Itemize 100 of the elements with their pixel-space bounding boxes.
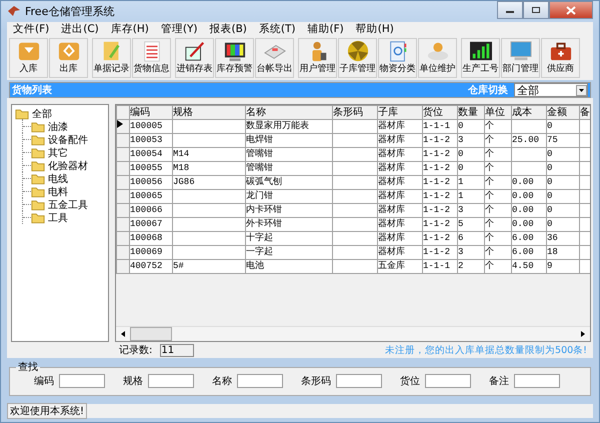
table-cell: 1-1-2 bbox=[422, 148, 458, 162]
table-cell: 0.00 bbox=[512, 204, 546, 218]
menu-item[interactable]: 帮助(H) bbox=[350, 22, 400, 36]
minimize-button[interactable] bbox=[497, 1, 523, 19]
column-header[interactable]: 条形码 bbox=[332, 106, 378, 120]
table-cell: 个 bbox=[484, 204, 512, 218]
table-cell: 1-1-2 bbox=[422, 218, 458, 232]
table-cell: 个 bbox=[484, 260, 512, 274]
table-cell: 0.00 bbox=[512, 190, 546, 204]
toolbar-button[interactable]: 子库管理 bbox=[338, 38, 377, 78]
disc-icon bbox=[346, 40, 370, 62]
table-cell: 外卡环钳 bbox=[246, 218, 332, 232]
table-cell: 100065 bbox=[130, 190, 172, 204]
toolbar-button[interactable]: 单据记录 bbox=[92, 38, 131, 78]
monitor-icon bbox=[222, 40, 246, 62]
toolbar-button[interactable]: 货物信息 bbox=[132, 38, 171, 78]
input-field[interactable] bbox=[148, 374, 194, 388]
toolbar-button[interactable]: 进销存表 bbox=[175, 38, 214, 78]
toolbar-button[interactable]: 台帐导出 bbox=[255, 38, 294, 78]
table-cell bbox=[332, 134, 378, 148]
tree-node[interactable]: 设备配件 bbox=[31, 133, 88, 146]
column-header[interactable]: 成本 bbox=[512, 106, 546, 120]
menu-item[interactable]: 进出(C) bbox=[55, 22, 105, 36]
column-header[interactable]: 规格 bbox=[172, 106, 246, 120]
tree-node[interactable]: 油漆 bbox=[31, 120, 68, 133]
table-cell bbox=[332, 232, 378, 246]
toolbar-button[interactable]: 供应商 bbox=[541, 38, 580, 78]
table-cell: 3 bbox=[458, 246, 484, 260]
menu-item[interactable]: 库存(H) bbox=[104, 22, 155, 36]
column-header[interactable]: 数量 bbox=[458, 106, 484, 120]
toolbar-button[interactable]: 库存预警 bbox=[215, 38, 254, 78]
table-cell: 400752 bbox=[130, 260, 172, 274]
table-cell: 器材库 bbox=[378, 162, 422, 176]
current-row-icon bbox=[117, 120, 123, 128]
column-header[interactable]: 备 bbox=[580, 106, 590, 120]
column-header[interactable]: 单位 bbox=[484, 106, 512, 120]
close-button[interactable] bbox=[549, 1, 593, 19]
table-cell bbox=[512, 148, 546, 162]
toolbar-button[interactable]: 出库 bbox=[49, 38, 88, 78]
input-field[interactable] bbox=[425, 374, 471, 388]
table-cell: 0 bbox=[546, 162, 580, 176]
table-cell: 0.00 bbox=[512, 176, 546, 190]
column-header[interactable]: 子库 bbox=[378, 106, 422, 120]
table-cell: 0 bbox=[546, 218, 580, 232]
row-indicator[interactable] bbox=[116, 120, 130, 134]
toolbar-button[interactable]: 部门管理 bbox=[501, 38, 540, 78]
column-header[interactable]: 金额 bbox=[546, 106, 580, 120]
table-cell: 1 bbox=[458, 190, 484, 204]
table-cell: 1-1-2 bbox=[422, 232, 458, 246]
table-cell: 1-1-2 bbox=[422, 246, 458, 260]
input-field[interactable] bbox=[59, 374, 105, 388]
table-cell: 3 bbox=[458, 134, 484, 148]
input-field[interactable] bbox=[514, 374, 560, 388]
input-field[interactable] bbox=[336, 374, 382, 388]
tree-node[interactable]: 工具 bbox=[31, 211, 68, 224]
table-cell: 个 bbox=[484, 148, 512, 162]
field-label: 规格 bbox=[123, 374, 143, 388]
table-cell: M18 bbox=[172, 162, 246, 176]
folder-icon bbox=[31, 160, 45, 172]
toolbar-button[interactable]: 单位维护 bbox=[418, 38, 457, 78]
table-cell: 数显家用万能表 bbox=[246, 120, 332, 134]
field-label: 条形码 bbox=[301, 375, 331, 388]
menu-item[interactable]: 辅助(F) bbox=[301, 22, 350, 36]
record-count-label: 记录数: bbox=[119, 344, 152, 357]
table-cell: 一字起 bbox=[246, 246, 332, 260]
scrollbar-thumb[interactable] bbox=[130, 327, 172, 341]
table-cell: 器材库 bbox=[378, 134, 422, 148]
table-cell: 器材库 bbox=[378, 148, 422, 162]
column-header[interactable]: 编码 bbox=[130, 106, 172, 120]
maximize-button[interactable] bbox=[523, 1, 549, 19]
tree-node[interactable]: 其它 bbox=[31, 146, 68, 159]
tree-node[interactable]: 电料 bbox=[31, 185, 68, 198]
tree-node[interactable]: 全部 bbox=[15, 107, 108, 120]
toolbar-button[interactable]: 用户管理 bbox=[298, 38, 337, 78]
warehouse-switch-label: 仓库切换 bbox=[468, 83, 508, 97]
field-label: 货位 bbox=[400, 375, 420, 388]
tree-node[interactable]: 电线 bbox=[31, 172, 68, 185]
menu-item[interactable]: 报表(B) bbox=[203, 22, 253, 36]
menu-item[interactable]: 文件(F) bbox=[7, 22, 56, 36]
toolbar-button[interactable]: 入库 bbox=[9, 38, 48, 78]
table-cell: 100053 bbox=[130, 134, 172, 148]
input-field[interactable] bbox=[237, 374, 283, 388]
field-label: 名称 bbox=[212, 375, 232, 388]
horizontal-scrollbar[interactable] bbox=[116, 326, 590, 341]
table-cell bbox=[332, 260, 378, 274]
column-header[interactable]: 名称 bbox=[246, 106, 332, 120]
column-header[interactable]: 货位 bbox=[422, 106, 458, 120]
folder-icon bbox=[31, 146, 45, 158]
toolbar-button[interactable]: 物资分类 bbox=[378, 38, 417, 78]
cd-icon bbox=[426, 40, 450, 62]
menu-item[interactable]: 系统(T) bbox=[252, 22, 302, 36]
table-cell: 1-1-2 bbox=[422, 134, 458, 148]
tree-node[interactable]: 化验器材 bbox=[31, 159, 88, 172]
toolbar-button[interactable]: 生产工号 bbox=[461, 38, 500, 78]
warehouse-dropdown[interactable]: 全部 bbox=[514, 83, 588, 97]
table-cell: 个 bbox=[484, 190, 512, 204]
tree-node[interactable]: 五金工具 bbox=[31, 198, 88, 211]
table-cell: 0.00 bbox=[512, 218, 546, 232]
tray-icon bbox=[16, 40, 40, 62]
menu-item[interactable]: 管理(Y) bbox=[154, 22, 204, 36]
